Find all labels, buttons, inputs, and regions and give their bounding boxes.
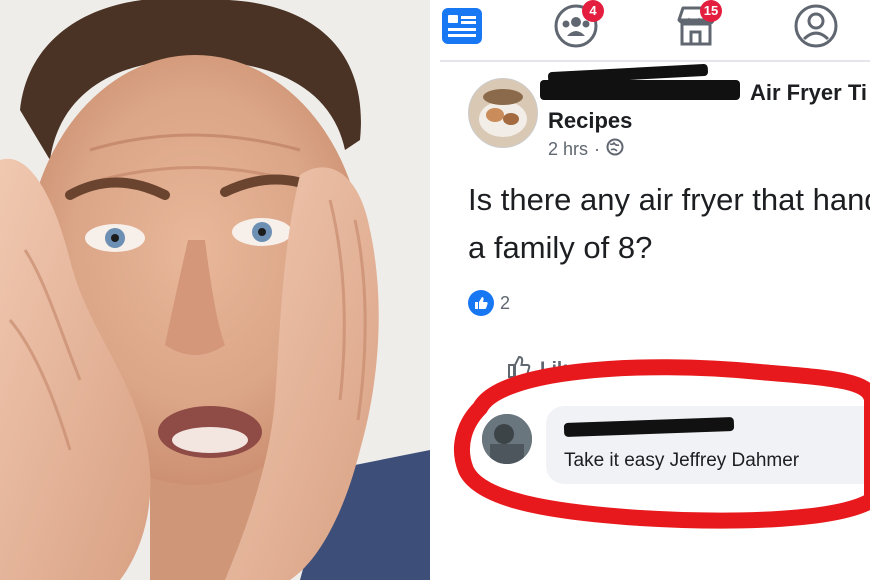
comment-bubble: Take it easy Jeffrey Dahmer (546, 406, 870, 484)
group-post: Air Fryer Ti Recipes 2 hrs · Is there an… (440, 62, 870, 580)
globe-icon (606, 138, 624, 161)
man-hands-on-face-image (0, 0, 430, 580)
commenter-avatar[interactable] (482, 414, 532, 464)
redacted-commenter-name (563, 417, 735, 437)
group-name-line2[interactable]: Recipes (548, 108, 632, 134)
meta-separator: · (594, 139, 601, 159)
marketplace-badge: 15 (700, 0, 722, 22)
like-button[interactable]: Like (506, 354, 578, 386)
post-body-text: Is there any air fryer that handle a fam… (468, 182, 870, 265)
groups-tab[interactable]: 4 (550, 0, 604, 54)
profile-tab[interactable] (790, 2, 842, 54)
news-feed-tab[interactable] (440, 2, 488, 54)
profile-icon (793, 3, 839, 54)
like-label: Like (540, 359, 579, 380)
groups-badge: 4 (582, 0, 604, 22)
thumbs-up-icon (506, 354, 532, 386)
group-name-line1[interactable]: Air Fryer Ti (750, 80, 867, 106)
post-time[interactable]: 2 hrs (548, 139, 588, 160)
comment-text: Take it easy Jeffrey Dahmer (564, 450, 800, 471)
like-reaction-icon (468, 290, 494, 316)
facebook-screenshot: 4 15 Air Fryer Ti Recipes 2 hrs · Is the… (440, 0, 870, 580)
marketplace-tab[interactable]: 15 (670, 0, 722, 54)
news-feed-icon (440, 6, 484, 51)
comment: Take it easy Jeffrey Dahmer (480, 406, 870, 506)
post-author-avatar[interactable] (468, 78, 538, 148)
reaction-summary[interactable]: 2 (468, 290, 510, 316)
reaction-photo (0, 0, 430, 580)
post-meta: 2 hrs · (548, 138, 624, 161)
top-navbar: 4 15 (440, 0, 870, 62)
redacted-author-name-2 (540, 80, 740, 100)
reaction-count: 2 (500, 292, 511, 313)
panel-divider (430, 0, 440, 580)
